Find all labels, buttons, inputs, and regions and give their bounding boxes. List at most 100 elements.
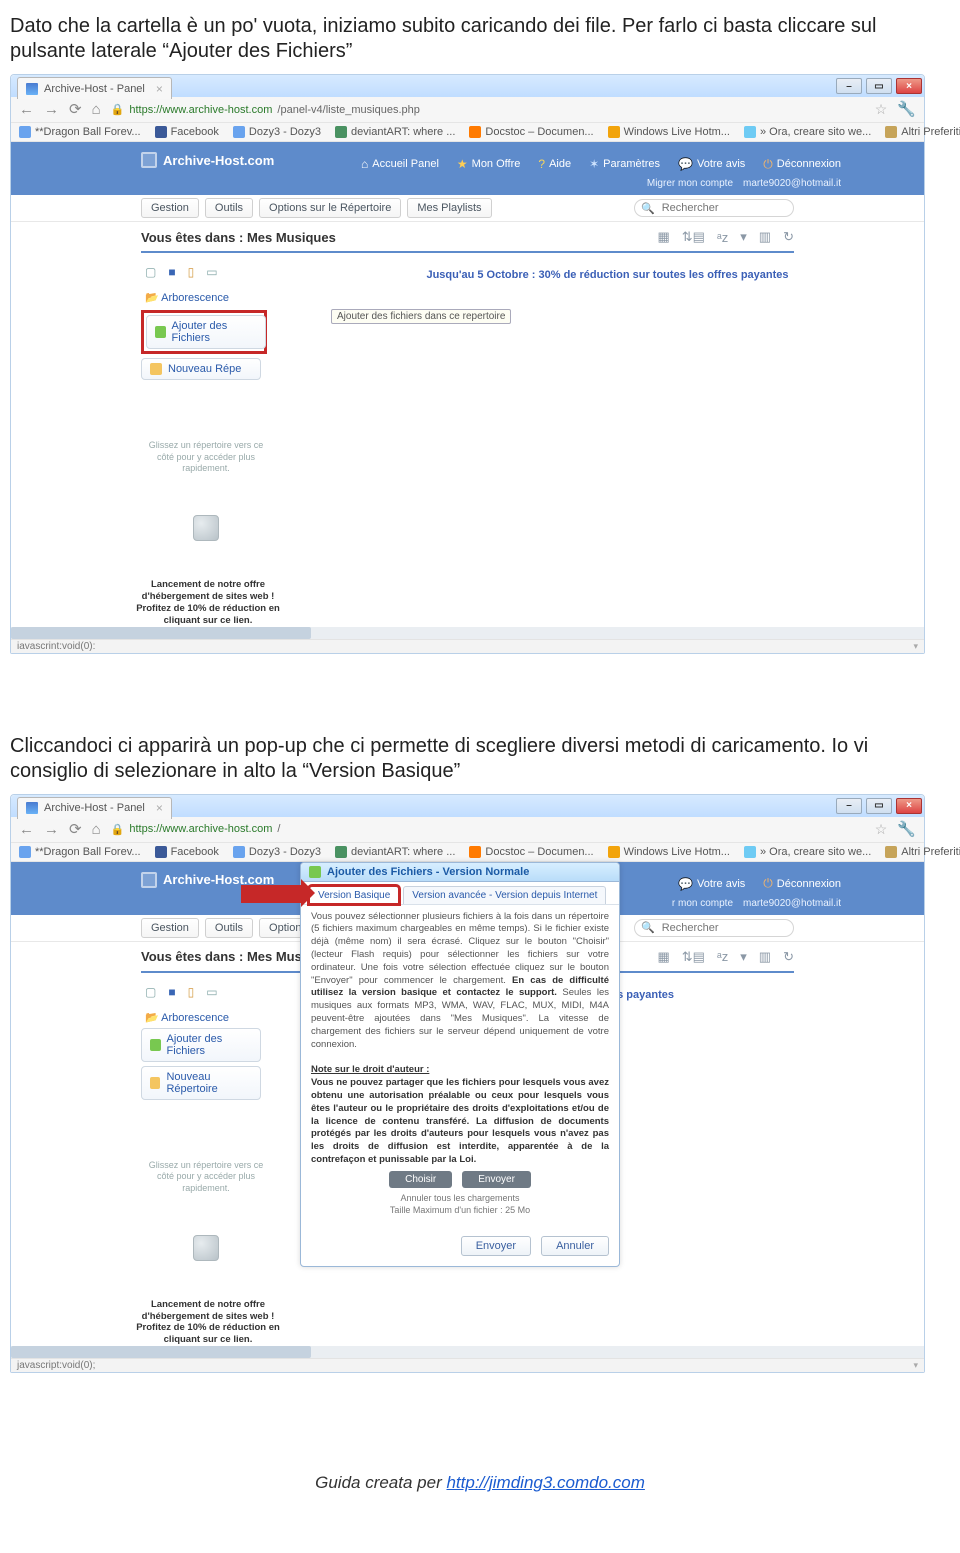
checkbox-icon[interactable]: ▢ bbox=[145, 985, 156, 999]
sidebar-arborescence[interactable]: 📂 Arborescence bbox=[141, 287, 271, 304]
view-icon[interactable]: ▦ bbox=[657, 229, 669, 245]
nav-aide[interactable]: ?Aide bbox=[538, 157, 571, 172]
bookmark-dragon[interactable]: **Dragon Ball Forev... bbox=[19, 846, 141, 858]
doc-icon[interactable]: ▯ bbox=[188, 265, 195, 279]
bookmark-docstoc[interactable]: Docstoc – Documen... bbox=[469, 846, 593, 858]
bookmark-ora[interactable]: » Ora, creare sito we... bbox=[744, 126, 871, 138]
window-close-button[interactable]: × bbox=[896, 798, 922, 814]
tab-version-avancee[interactable]: Version avancée - Version depuis Interne… bbox=[403, 886, 606, 904]
annuler-button[interactable]: Annuler bbox=[541, 1236, 609, 1256]
window-maximize-button[interactable]: ▭ bbox=[866, 78, 892, 94]
grid-icon[interactable]: ▥ bbox=[759, 229, 771, 245]
reload-icon[interactable]: ⟳ bbox=[69, 822, 82, 837]
nav-avis[interactable]: 💬Votre avis bbox=[678, 157, 745, 172]
search-input[interactable] bbox=[660, 201, 806, 215]
site-brand[interactable]: Archive-Host.com bbox=[141, 148, 274, 178]
browser-tab[interactable]: Archive-Host - Panel × bbox=[17, 797, 172, 819]
wrench-icon[interactable]: 🔧 bbox=[897, 102, 916, 117]
doc-icon[interactable]: ▯ bbox=[188, 985, 195, 999]
horizontal-scrollbar[interactable] bbox=[11, 627, 924, 639]
main-area: ▢ ■ ▯ ▭ 📂 Arborescence Ajouter des Fichi… bbox=[11, 253, 924, 627]
nav-avis[interactable]: 💬Votre avis bbox=[678, 876, 745, 891]
toolbar-outils[interactable]: Outils bbox=[205, 198, 253, 218]
envoyer-button[interactable]: Envoyer bbox=[461, 1236, 531, 1256]
address-bar[interactable]: 🔒 https://www.archive-host.com/ bbox=[111, 823, 865, 836]
grid-icon[interactable]: ▥ bbox=[759, 949, 771, 965]
back-icon[interactable]: ← bbox=[19, 822, 34, 837]
alpha-icon[interactable]: ᵃz bbox=[717, 230, 728, 245]
window-minimize-button[interactable]: – bbox=[836, 798, 862, 814]
tile-icon[interactable]: ■ bbox=[168, 985, 175, 999]
home-icon[interactable]: ⌂ bbox=[92, 822, 101, 837]
chevron-down-icon[interactable]: ▾ bbox=[740, 229, 747, 245]
sort-icon[interactable]: ⇅▤ bbox=[682, 949, 705, 965]
chevron-down-icon[interactable]: ▾ bbox=[740, 949, 747, 965]
refresh-icon[interactable]: ↻ bbox=[783, 229, 794, 245]
tile-icon[interactable]: ■ bbox=[168, 265, 175, 279]
refresh-icon[interactable]: ↻ bbox=[783, 949, 794, 965]
back-icon[interactable]: ← bbox=[19, 102, 34, 117]
bookmark-facebook[interactable]: Facebook bbox=[155, 846, 219, 858]
footer-link[interactable]: http://jimding3.comdo.com bbox=[446, 1473, 644, 1492]
wrench-icon[interactable]: 🔧 bbox=[897, 822, 916, 837]
bookmark-ora[interactable]: » Ora, creare sito we... bbox=[744, 846, 871, 858]
horizontal-scrollbar[interactable] bbox=[11, 1346, 924, 1358]
browser-tab[interactable]: Archive-Host - Panel × bbox=[17, 77, 172, 99]
window-maximize-button[interactable]: ▭ bbox=[866, 798, 892, 814]
bookmark-other[interactable]: Altri Preferiti bbox=[885, 126, 960, 138]
sort-icon[interactable]: ⇅▤ bbox=[682, 229, 705, 245]
sidebar-nouveau-repertoire[interactable]: Nouveau Répertoire bbox=[141, 1066, 261, 1100]
toolbar-gestion[interactable]: Gestion bbox=[141, 918, 199, 938]
bookmark-other[interactable]: Altri Preferiti bbox=[885, 846, 960, 858]
tab-close-icon[interactable]: × bbox=[156, 82, 163, 96]
tab-version-basique[interactable]: Version Basique bbox=[309, 886, 399, 904]
nav-offre[interactable]: ★Mon Offre bbox=[457, 157, 520, 172]
bookmark-docstoc[interactable]: Docstoc – Documen... bbox=[469, 126, 593, 138]
window-minimize-button[interactable]: – bbox=[836, 78, 862, 94]
choisir-button[interactable]: Choisir bbox=[389, 1171, 452, 1188]
migrate-account-link[interactable]: r mon compte bbox=[672, 898, 733, 909]
toolbar-outils[interactable]: Outils bbox=[205, 918, 253, 938]
trash-icon[interactable] bbox=[193, 515, 219, 541]
bookmark-deviantart[interactable]: deviantART: where ... bbox=[335, 846, 455, 858]
sidebar-ajouter-fichiers[interactable]: Ajouter des Fichiers bbox=[141, 1028, 261, 1062]
trash-icon[interactable] bbox=[193, 1235, 219, 1261]
migrate-account-link[interactable]: Migrer mon compte bbox=[647, 178, 733, 189]
bookmark-star-icon[interactable]: ☆ bbox=[875, 101, 888, 118]
bookmark-dozy[interactable]: Dozy3 - Dozy3 bbox=[233, 126, 321, 138]
bookmark-windowslive[interactable]: Windows Live Hotm... bbox=[608, 126, 730, 138]
nav-deconnexion[interactable]: ⏻Déconnexion bbox=[763, 157, 841, 172]
sidebar-nouveau-repertoire[interactable]: Nouveau Répe bbox=[141, 358, 261, 380]
window-icon[interactable]: ▭ bbox=[206, 265, 217, 279]
bookmark-facebook[interactable]: Facebook bbox=[155, 126, 219, 138]
envoyer-inner-button[interactable]: Envoyer bbox=[462, 1171, 531, 1188]
address-bar[interactable]: 🔒 https://www.archive-host.com/panel-v4/… bbox=[111, 103, 865, 116]
toolbar-options[interactable]: Options sur le Répertoire bbox=[259, 198, 401, 218]
home-icon[interactable]: ⌂ bbox=[92, 102, 101, 117]
checkbox-icon[interactable]: ▢ bbox=[145, 265, 156, 279]
tab-close-icon[interactable]: × bbox=[156, 801, 163, 815]
forward-icon[interactable]: → bbox=[44, 102, 59, 117]
nav-accueil[interactable]: ⌂Accueil Panel bbox=[361, 157, 439, 172]
alpha-icon[interactable]: ᵃz bbox=[717, 949, 728, 964]
search-box[interactable]: 🔍 bbox=[634, 199, 794, 217]
reload-icon[interactable]: ⟳ bbox=[69, 102, 82, 117]
sidebar-ajouter-fichiers[interactable]: Ajouter des Fichiers bbox=[146, 315, 266, 349]
bookmark-dragon[interactable]: **Dragon Ball Forev... bbox=[19, 126, 141, 138]
toolbar-gestion[interactable]: Gestion bbox=[141, 198, 199, 218]
toolbar-playlists[interactable]: Mes Playlists bbox=[407, 198, 491, 218]
bookmark-deviantart[interactable]: deviantART: where ... bbox=[335, 126, 455, 138]
bookmark-star-icon[interactable]: ☆ bbox=[875, 821, 888, 838]
sidebar-arborescence[interactable]: 📂 Arborescence bbox=[141, 1007, 271, 1024]
search-box[interactable]: 🔍 bbox=[634, 919, 794, 937]
window-close-button[interactable]: × bbox=[896, 78, 922, 94]
favicon-icon bbox=[26, 802, 38, 814]
search-input[interactable] bbox=[660, 921, 806, 935]
forward-icon[interactable]: → bbox=[44, 822, 59, 837]
view-icon[interactable]: ▦ bbox=[657, 949, 669, 965]
bookmark-windowslive[interactable]: Windows Live Hotm... bbox=[608, 846, 730, 858]
window-icon[interactable]: ▭ bbox=[206, 985, 217, 999]
bookmark-dozy[interactable]: Dozy3 - Dozy3 bbox=[233, 846, 321, 858]
nav-deconnexion[interactable]: ⏻Déconnexion bbox=[763, 876, 841, 891]
nav-param[interactable]: ✶Paramètres bbox=[589, 157, 660, 172]
